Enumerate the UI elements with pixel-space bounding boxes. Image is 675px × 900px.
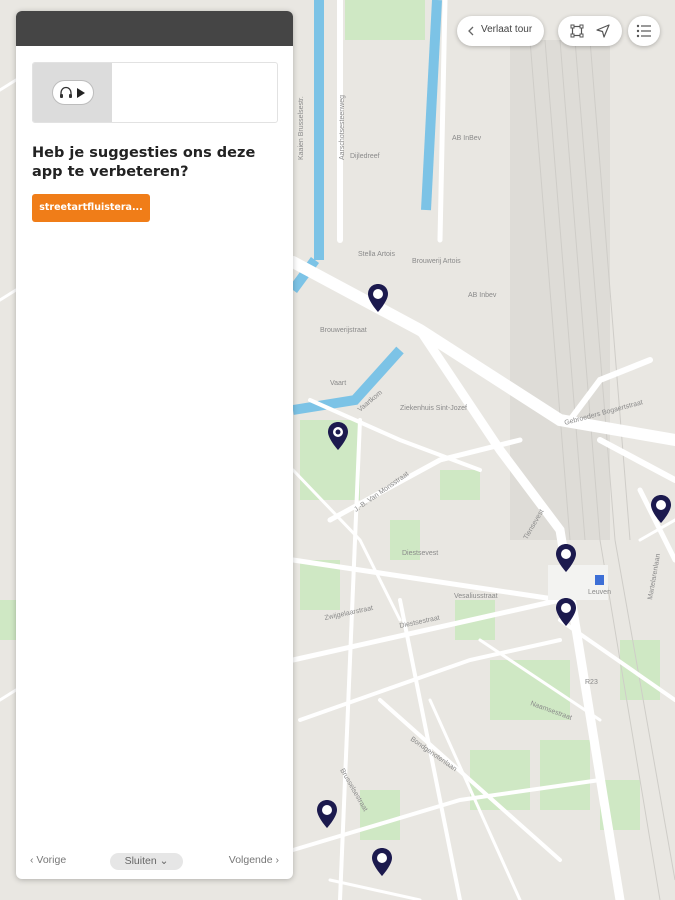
streetart-link-button[interactable]: streetartfluistera... [32, 194, 150, 222]
map-label-ab-inbev-2: AB Inbev [468, 292, 497, 299]
map-label-diestsevest: Diestsevest [402, 550, 438, 557]
panel-footer: ‹ Vorige Sluiten ⌄ Volgende › [16, 845, 293, 879]
previous-button[interactable]: ‹ Vorige [30, 854, 66, 866]
list-icon [636, 24, 651, 38]
map-label-station: Leuven [588, 589, 611, 596]
map-label-vaart: Vaart [330, 380, 346, 387]
map-label-hospital: Ziekenhuis Sint-Jozef [400, 405, 467, 412]
headphones-play-icon [60, 86, 85, 98]
map-label-stella: Stella Artois [358, 251, 395, 258]
map-label-r23: R23 [585, 679, 598, 686]
close-button[interactable]: Sluiten ⌄ [110, 853, 183, 870]
map-pin-icon[interactable] [327, 421, 349, 451]
map-pin-icon[interactable] [367, 283, 389, 313]
audio-thumbnail [33, 63, 112, 122]
map-label-aarschot: Aarschotsesteenweg [339, 95, 346, 160]
map-label-dijle: Dijledreef [350, 153, 380, 160]
map-pin-icon[interactable] [555, 597, 577, 627]
chevron-left-icon [468, 26, 474, 36]
fit-bounds-icon[interactable] [570, 24, 584, 38]
map-pin-icon[interactable] [650, 494, 672, 524]
suggestion-question: Heb je suggesties ons deze app te verbet… [32, 145, 256, 180]
map-label-vesalius: Vesaliusstraat [454, 593, 498, 600]
info-panel: Heb je suggesties ons deze app te verbet… [16, 11, 293, 879]
map-tools-group [558, 16, 622, 46]
map-pin-icon[interactable] [371, 847, 393, 877]
leave-tour-button[interactable]: Verlaat tour [457, 16, 544, 46]
map-label-brouwerij-str: Brouwerijstraat [320, 327, 367, 334]
map-label-ab-inbev: AB InBev [452, 135, 482, 142]
map-pin-icon[interactable] [316, 799, 338, 829]
leave-tour-label: Verlaat tour [481, 24, 533, 35]
location-arrow-icon[interactable] [596, 24, 610, 38]
list-button[interactable] [628, 16, 660, 46]
panel-header [16, 11, 293, 46]
map-pin-icon[interactable] [555, 543, 577, 573]
next-button[interactable]: Volgende › [229, 854, 279, 866]
audio-play-button[interactable] [52, 80, 94, 105]
map-label-kbr: Kaaien Brusselsestr. [298, 96, 305, 160]
map-label-brouwerij: Brouwerij Artois [412, 258, 461, 265]
audio-card[interactable] [32, 62, 278, 123]
